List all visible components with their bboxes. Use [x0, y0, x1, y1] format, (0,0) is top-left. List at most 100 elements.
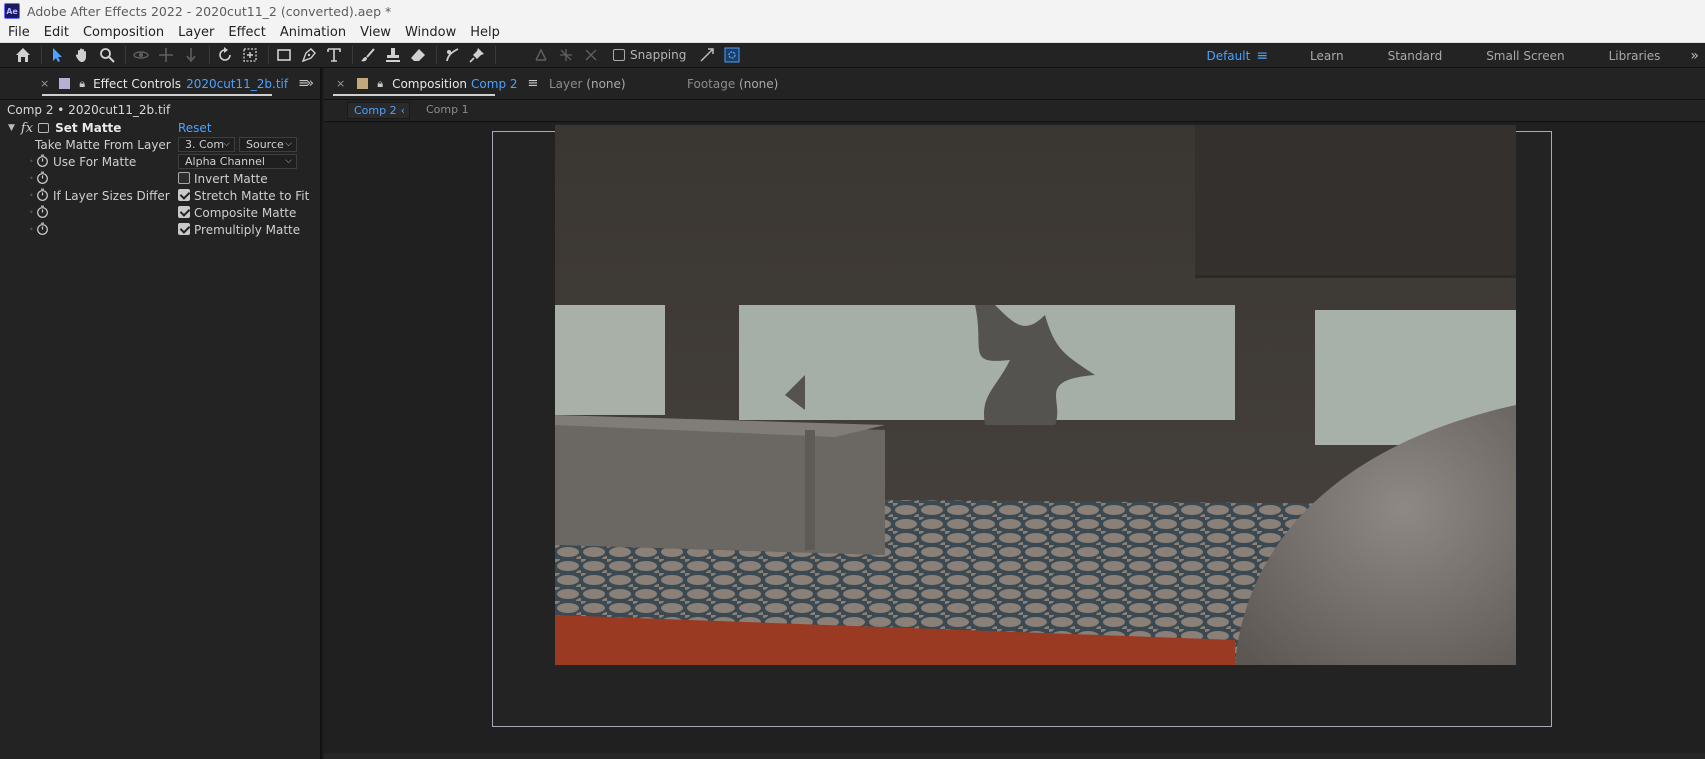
menu-view[interactable]: View: [353, 22, 398, 43]
premultiply-matte-checkbox[interactable]: [178, 223, 190, 235]
local-axis-icon[interactable]: [530, 44, 552, 66]
selection-tool-icon[interactable]: [46, 44, 68, 66]
checkbox-label: Invert Matte: [194, 171, 268, 186]
snap-features-icon[interactable]: [721, 44, 743, 66]
effect-controls-target-layer[interactable]: 2020cut11_2b.tif: [186, 77, 288, 91]
dolly-camera-icon[interactable]: [180, 44, 202, 66]
stopwatch-icon[interactable]: [36, 171, 49, 184]
stopwatch-icon[interactable]: [36, 154, 49, 167]
roto-brush-tool-icon[interactable]: [441, 44, 463, 66]
workspace-libraries[interactable]: Libraries: [1587, 49, 1683, 63]
toolbar-divider: [41, 46, 42, 64]
matte-source-dropdown[interactable]: Source ⌵: [239, 137, 297, 152]
menu-window[interactable]: Window: [398, 22, 463, 43]
chevron-down-icon: ⌵: [285, 156, 292, 166]
fx-toggle-icon[interactable]: fx: [21, 121, 33, 136]
workspace-menu-icon[interactable]: ≡: [1256, 48, 1268, 64]
effect-controls-panel: × 🔒︎ Effect Controls 2020cut11_2b.tif ≡ …: [0, 68, 322, 759]
snapping-toggle[interactable]: Snapping: [613, 48, 686, 62]
chevron-down-icon: ⌵: [285, 139, 292, 149]
type-tool-icon[interactable]: [323, 44, 345, 66]
layer-color-swatch: [59, 78, 71, 89]
subtab-comp-2[interactable]: Comp 2 ‹: [347, 102, 410, 119]
active-tab-indicator: [333, 94, 495, 96]
property-if-layer-sizes-differ: • If Layer Sizes Differ Stretch Matte to…: [29, 188, 310, 203]
use-for-matte-dropdown[interactable]: Alpha Channel ⌵: [178, 154, 297, 169]
snapping-checkbox[interactable]: [613, 49, 625, 61]
pan-camera-icon[interactable]: [155, 44, 177, 66]
eraser-tool-icon[interactable]: [407, 44, 429, 66]
menu-composition[interactable]: Composition: [76, 22, 171, 43]
world-axis-icon[interactable]: [555, 44, 577, 66]
brush-tool-icon[interactable]: [357, 44, 379, 66]
window-title: Adobe After Effects 2022 - 2020cut11_2 (…: [27, 3, 392, 19]
menu-layer[interactable]: Layer: [171, 22, 221, 43]
title-bar: Ae Adobe After Effects 2022 - 2020cut11_…: [0, 0, 1705, 22]
orbit-camera-icon[interactable]: [130, 44, 152, 66]
comp-color-swatch: [357, 78, 369, 89]
snapping-label: Snapping: [630, 48, 687, 62]
stopwatch-icon[interactable]: [36, 205, 49, 218]
puppet-pin-tool-icon[interactable]: [466, 44, 488, 66]
checkbox-label: Premultiply Matte: [194, 222, 301, 237]
tools-toolbar: Snapping Default ≡ Learn Standard Small …: [0, 43, 1705, 68]
footage-viewer-tab[interactable]: Footage (none): [687, 77, 778, 91]
stopwatch-icon[interactable]: [36, 222, 49, 235]
view-axis-icon[interactable]: [580, 44, 602, 66]
panel-expand-icon[interactable]: »: [306, 76, 314, 91]
rendered-frame-image: [555, 125, 1516, 665]
snap-edges-icon[interactable]: [696, 44, 718, 66]
composition-tab-target[interactable]: Comp 2: [471, 77, 517, 91]
panel-menu-icon[interactable]: ≡: [528, 76, 539, 91]
effect-name: Set Matte: [55, 121, 122, 135]
checkbox-label: Composite Matte: [194, 205, 297, 220]
rotation-tool-icon[interactable]: [214, 44, 236, 66]
menu-effect[interactable]: Effect: [221, 22, 272, 43]
matte-layer-dropdown[interactable]: 3. Com ⌵: [178, 137, 235, 152]
composite-matte-checkbox[interactable]: [178, 206, 190, 218]
workspace-default[interactable]: Default: [1184, 49, 1256, 63]
layer-path: Comp 2 • 2020cut11_2b.tif: [7, 103, 171, 117]
effect-controls-tab-label[interactable]: Effect Controls: [93, 77, 181, 91]
composition-tab-label[interactable]: Composition: [392, 77, 467, 91]
disclosure-triangle-icon[interactable]: ▼: [8, 123, 15, 133]
workspace-standard[interactable]: Standard: [1366, 49, 1465, 63]
stopwatch-icon[interactable]: [36, 188, 49, 201]
effect-preset-icon: [38, 123, 50, 133]
subtab-comp-1[interactable]: Comp 1: [426, 103, 469, 116]
property-use-for-matte: • Use For Matte Alpha Channel ⌵: [0, 153, 320, 170]
toolbar-divider: [209, 46, 210, 64]
lock-icon[interactable]: 🔒︎: [377, 77, 383, 91]
composition-tab-bar: × 🔒︎ Composition Comp 2 ≡ Layer (none) F…: [324, 68, 1705, 100]
menu-file[interactable]: File: [0, 22, 37, 43]
zoom-tool-icon[interactable]: [96, 44, 118, 66]
viewer-bottom-controls: [324, 753, 1705, 759]
workspace-more-icon[interactable]: »: [1690, 48, 1699, 64]
menu-animation[interactable]: Animation: [273, 22, 353, 43]
pen-tool-icon[interactable]: [298, 44, 320, 66]
effect-header-set-matte[interactable]: ▼ fx Set Matte Reset: [0, 120, 320, 136]
layer-viewer-tab[interactable]: Layer (none): [549, 77, 626, 91]
close-tab-icon[interactable]: ×: [40, 77, 49, 90]
property-composite-matte: • Composite Matte: [29, 205, 297, 220]
workspace-learn[interactable]: Learn: [1288, 49, 1366, 63]
composition-panel: × 🔒︎ Composition Comp 2 ≡ Layer (none) F…: [324, 68, 1705, 759]
rectangle-tool-icon[interactable]: [273, 44, 295, 66]
active-tab-indicator: [42, 94, 272, 96]
checkbox-label: Stretch Matte to Fit: [194, 188, 310, 203]
close-tab-icon[interactable]: ×: [336, 77, 345, 90]
property-premultiply-matte: • Premultiply Matte: [29, 222, 301, 237]
stretch-matte-checkbox[interactable]: [178, 189, 190, 201]
property-label: If Layer Sizes Differ: [53, 188, 170, 203]
pan-behind-tool-icon[interactable]: [239, 44, 261, 66]
reset-button[interactable]: Reset: [178, 121, 212, 135]
home-icon[interactable]: [12, 44, 34, 66]
lock-icon[interactable]: 🔒︎: [79, 77, 85, 91]
invert-matte-checkbox[interactable]: [178, 172, 190, 184]
workspace-small-screen[interactable]: Small Screen: [1464, 49, 1586, 63]
menu-bar: File Edit Composition Layer Effect Anima…: [0, 22, 1705, 43]
clone-stamp-tool-icon[interactable]: [382, 44, 404, 66]
menu-edit[interactable]: Edit: [37, 22, 76, 43]
hand-tool-icon[interactable]: [71, 44, 93, 66]
menu-help[interactable]: Help: [463, 22, 507, 43]
